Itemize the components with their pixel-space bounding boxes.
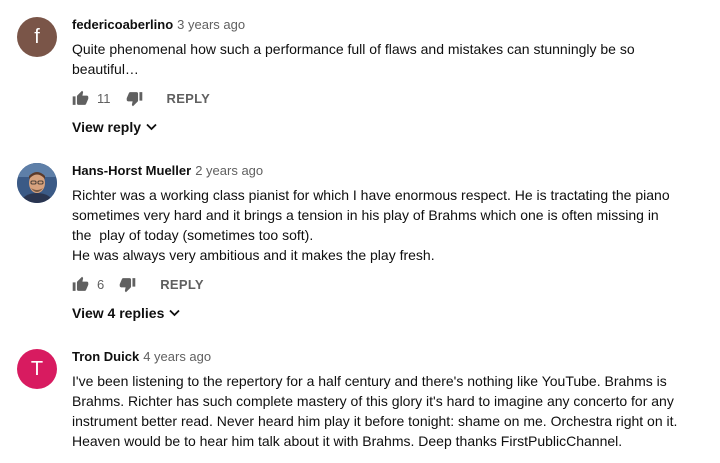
comment-text: Quite phenomenal how such a performance … <box>72 41 635 77</box>
avatar-letter: T <box>30 357 44 380</box>
avatar-letter: f <box>34 25 40 48</box>
reply-button[interactable]: REPLY <box>167 91 211 106</box>
comment-actions: 6 REPLY <box>72 274 204 294</box>
comment-actions: 11 REPLY <box>72 88 210 108</box>
comment-text: Richter was a working class pianist for … <box>72 187 670 263</box>
avatar[interactable] <box>17 163 57 203</box>
comment-header: Tron Duick 4 years ago <box>72 349 211 364</box>
view-replies-button[interactable]: View 4 replies <box>72 305 180 321</box>
like-count: 11 <box>97 90 111 106</box>
comment-header: Hans-Horst Mueller 2 years ago <box>72 163 263 178</box>
like-count: 6 <box>97 276 105 292</box>
author-name[interactable]: Tron Duick <box>72 349 139 364</box>
avatar[interactable]: T <box>17 349 57 389</box>
avatar-photo <box>17 163 57 203</box>
comment-time[interactable]: 2 years ago <box>195 163 263 178</box>
view-replies-label: View 4 replies <box>72 305 165 321</box>
reply-button[interactable]: REPLY <box>160 277 204 292</box>
comment-time[interactable]: 4 years ago <box>143 349 211 364</box>
comment-header: federicoaberlino 3 years ago <box>72 17 245 32</box>
dislike-icon[interactable] <box>119 276 136 293</box>
comment-text: I've been listening to the repertory for… <box>72 373 678 449</box>
author-name[interactable]: federicoaberlino <box>72 17 173 32</box>
view-replies-label: View reply <box>72 119 142 135</box>
dislike-icon[interactable] <box>126 90 143 107</box>
chevron-down-icon <box>146 123 157 131</box>
like-icon[interactable] <box>72 276 89 293</box>
avatar[interactable]: f <box>17 17 57 57</box>
view-replies-button[interactable]: View reply <box>72 119 157 135</box>
author-name[interactable]: Hans-Horst Mueller <box>72 163 191 178</box>
chevron-down-icon <box>169 309 180 317</box>
comment-time[interactable]: 3 years ago <box>177 17 245 32</box>
like-icon[interactable] <box>72 90 89 107</box>
